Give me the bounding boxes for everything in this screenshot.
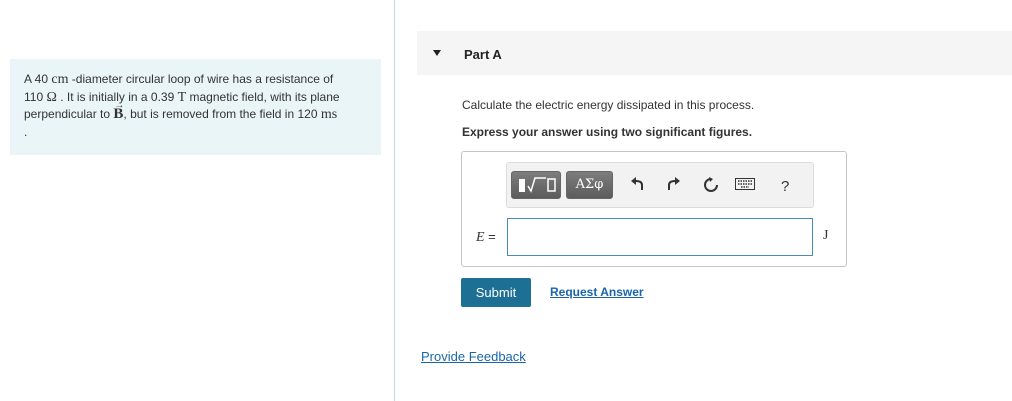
answer-label: E = <box>476 229 496 246</box>
undo-icon[interactable] <box>630 177 644 194</box>
problem-text: . <box>24 124 28 139</box>
vector-arrow: → <box>114 100 125 111</box>
unit-ohm: Ω <box>46 89 57 105</box>
answer-input[interactable] <box>507 218 813 256</box>
unit-ms: ms <box>320 107 338 122</box>
answer-box: ΑΣφ ? E = J <box>461 151 847 267</box>
caret-down-icon[interactable] <box>433 50 441 56</box>
keyboard-icon[interactable] <box>735 177 755 193</box>
problem-text: -diameter circular loop of wire has a re… <box>68 72 334 86</box>
problem-statement: A 40 cm -diameter circular loop of wire … <box>10 59 381 155</box>
templates-button[interactable] <box>511 171 561 199</box>
unit-tesla: T <box>177 89 187 105</box>
templates-icon <box>519 177 556 193</box>
request-answer-link[interactable]: Request Answer <box>550 285 644 299</box>
help-icon[interactable]: ? <box>781 178 789 195</box>
right-pane: Part A Calculate the electric energy dis… <box>395 0 1012 401</box>
question-text: Calculate the electric energy dissipated… <box>462 98 755 112</box>
instruction-text: Express your answer using two significan… <box>462 125 753 139</box>
submit-button[interactable]: Submit <box>461 278 531 307</box>
provide-feedback-link[interactable]: Provide Feedback <box>421 349 526 364</box>
unit-cm: cm <box>51 72 69 87</box>
problem-text: 110 <box>24 89 47 104</box>
problem-text: , but is removed from the field in 120 <box>123 107 321 121</box>
answer-variable: E <box>476 230 485 245</box>
problem-text: perpendicular to <box>24 107 114 121</box>
problem-text: magnetic field, with its plane <box>186 89 340 104</box>
math-toolbar: ΑΣφ ? <box>506 162 814 208</box>
reset-icon[interactable] <box>703 177 719 196</box>
problem-text: A 40 <box>24 72 52 86</box>
equals-sign: = <box>484 229 496 244</box>
left-pane: A 40 cm -diameter circular loop of wire … <box>0 0 395 401</box>
vector-b: → B <box>113 100 124 124</box>
part-title: Part A <box>464 47 502 62</box>
greek-symbols-button[interactable]: ΑΣφ <box>566 171 613 199</box>
redo-icon[interactable] <box>667 177 681 194</box>
part-header[interactable]: Part A <box>417 31 1012 75</box>
answer-unit: J <box>823 228 829 243</box>
